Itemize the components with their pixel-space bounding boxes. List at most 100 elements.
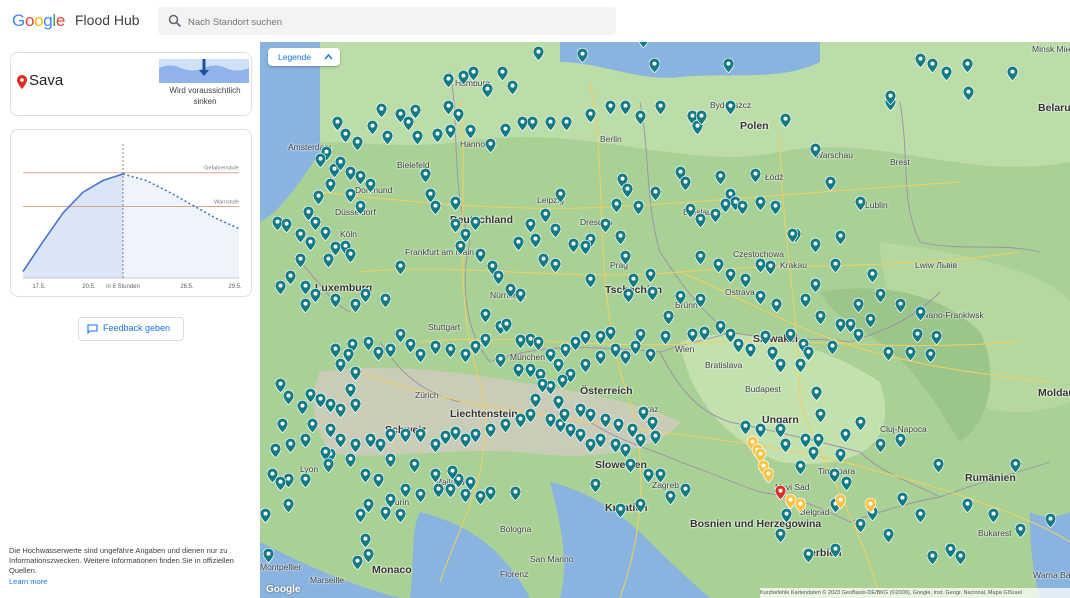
- normal-gauge-marker-icon[interactable]: [485, 138, 496, 153]
- normal-gauge-marker-icon[interactable]: [380, 293, 391, 308]
- normal-gauge-marker-icon[interactable]: [665, 490, 676, 505]
- normal-gauge-marker-icon[interactable]: [855, 196, 866, 211]
- normal-gauge-marker-icon[interactable]: [330, 293, 341, 308]
- normal-gauge-marker-icon[interactable]: [360, 533, 371, 548]
- danger-gauge-marker-icon[interactable]: [775, 485, 786, 500]
- normal-gauge-marker-icon[interactable]: [800, 293, 811, 308]
- normal-gauge-marker-icon[interactable]: [450, 196, 461, 211]
- normal-gauge-marker-icon[interactable]: [430, 340, 441, 355]
- normal-gauge-marker-icon[interactable]: [590, 478, 601, 493]
- normal-gauge-marker-icon[interactable]: [559, 408, 570, 423]
- normal-gauge-marker-icon[interactable]: [963, 86, 974, 101]
- normal-gauge-marker-icon[interactable]: [755, 196, 766, 211]
- normal-gauge-marker-icon[interactable]: [613, 418, 624, 433]
- normal-gauge-marker-icon[interactable]: [825, 176, 836, 191]
- normal-gauge-marker-icon[interactable]: [300, 473, 311, 488]
- normal-gauge-marker-icon[interactable]: [525, 218, 536, 233]
- normal-gauge-marker-icon[interactable]: [553, 358, 564, 373]
- normal-gauge-marker-icon[interactable]: [482, 83, 493, 98]
- normal-gauge-marker-icon[interactable]: [285, 438, 296, 453]
- normal-gauge-marker-icon[interactable]: [660, 330, 671, 345]
- normal-gauge-marker-icon[interactable]: [628, 273, 639, 288]
- normal-gauge-marker-icon[interactable]: [360, 288, 371, 303]
- normal-gauge-marker-icon[interactable]: [627, 423, 638, 438]
- legend-button[interactable]: Legende: [268, 48, 340, 66]
- normal-gauge-marker-icon[interactable]: [365, 178, 376, 193]
- normal-gauge-marker-icon[interactable]: [867, 268, 878, 283]
- normal-gauge-marker-icon[interactable]: [355, 508, 366, 523]
- normal-gauge-marker-icon[interactable]: [1007, 66, 1018, 81]
- normal-gauge-marker-icon[interactable]: [352, 136, 363, 151]
- normal-gauge-marker-icon[interactable]: [740, 420, 751, 435]
- normal-gauge-marker-icon[interactable]: [323, 458, 334, 473]
- normal-gauge-marker-icon[interactable]: [810, 278, 821, 293]
- normal-gauge-marker-icon[interactable]: [363, 336, 374, 351]
- warning-gauge-marker-icon[interactable]: [865, 498, 876, 513]
- normal-gauge-marker-icon[interactable]: [485, 423, 496, 438]
- normal-gauge-marker-icon[interactable]: [447, 465, 458, 480]
- normal-gauge-marker-icon[interactable]: [795, 460, 806, 475]
- normal-gauge-marker-icon[interactable]: [325, 398, 336, 413]
- normal-gauge-marker-icon[interactable]: [699, 326, 710, 341]
- normal-gauge-marker-icon[interactable]: [720, 198, 731, 213]
- normal-gauge-marker-icon[interactable]: [330, 343, 341, 358]
- normal-gauge-marker-icon[interactable]: [745, 343, 756, 358]
- warning-gauge-marker-icon[interactable]: [763, 468, 774, 483]
- normal-gauge-marker-icon[interactable]: [895, 433, 906, 448]
- normal-gauge-marker-icon[interactable]: [649, 58, 660, 73]
- normal-gauge-marker-icon[interactable]: [283, 498, 294, 513]
- normal-gauge-marker-icon[interactable]: [480, 308, 491, 323]
- normal-gauge-marker-icon[interactable]: [853, 298, 864, 313]
- normal-gauge-marker-icon[interactable]: [400, 428, 411, 443]
- normal-gauge-marker-icon[interactable]: [725, 268, 736, 283]
- normal-gauge-marker-icon[interactable]: [855, 518, 866, 533]
- normal-gauge-marker-icon[interactable]: [270, 443, 281, 458]
- normal-gauge-marker-icon[interactable]: [803, 548, 814, 563]
- normal-gauge-marker-icon[interactable]: [810, 143, 821, 158]
- normal-gauge-marker-icon[interactable]: [510, 486, 521, 501]
- normal-gauge-marker-icon[interactable]: [760, 330, 771, 345]
- normal-gauge-marker-icon[interactable]: [941, 66, 952, 81]
- normal-gauge-marker-icon[interactable]: [395, 260, 406, 275]
- normal-gauge-marker-icon[interactable]: [897, 492, 908, 507]
- normal-gauge-marker-icon[interactable]: [335, 433, 346, 448]
- normal-gauge-marker-icon[interactable]: [323, 253, 334, 268]
- normal-gauge-marker-icon[interactable]: [373, 346, 384, 361]
- normal-gauge-marker-icon[interactable]: [415, 428, 426, 443]
- normal-gauge-marker-icon[interactable]: [865, 313, 876, 328]
- normal-gauge-marker-icon[interactable]: [895, 298, 906, 313]
- normal-gauge-marker-icon[interactable]: [458, 70, 469, 85]
- normal-gauge-marker-icon[interactable]: [663, 310, 674, 325]
- normal-gauge-marker-icon[interactable]: [470, 340, 481, 355]
- normal-gauge-marker-icon[interactable]: [962, 498, 973, 513]
- normal-gauge-marker-icon[interactable]: [500, 123, 511, 138]
- normal-gauge-marker-icon[interactable]: [300, 433, 311, 448]
- normal-gauge-marker-icon[interactable]: [810, 238, 821, 253]
- normal-gauge-marker-icon[interactable]: [715, 170, 726, 185]
- normal-gauge-marker-icon[interactable]: [931, 330, 942, 345]
- normal-gauge-marker-icon[interactable]: [455, 240, 466, 255]
- normal-gauge-marker-icon[interactable]: [577, 48, 588, 63]
- normal-gauge-marker-icon[interactable]: [363, 548, 374, 563]
- normal-gauge-marker-icon[interactable]: [350, 438, 361, 453]
- normal-gauge-marker-icon[interactable]: [781, 508, 792, 523]
- normal-gauge-marker-icon[interactable]: [335, 358, 346, 373]
- normal-gauge-marker-icon[interactable]: [405, 338, 416, 353]
- normal-gauge-marker-icon[interactable]: [513, 363, 524, 378]
- normal-gauge-marker-icon[interactable]: [927, 58, 938, 73]
- normal-gauge-marker-icon[interactable]: [883, 346, 894, 361]
- normal-gauge-marker-icon[interactable]: [533, 46, 544, 61]
- normal-gauge-marker-icon[interactable]: [295, 253, 306, 268]
- normal-gauge-marker-icon[interactable]: [420, 168, 431, 183]
- normal-gauge-marker-icon[interactable]: [283, 390, 294, 405]
- normal-gauge-marker-icon[interactable]: [340, 128, 351, 143]
- normal-gauge-marker-icon[interactable]: [840, 428, 851, 443]
- normal-gauge-marker-icon[interactable]: [750, 168, 761, 183]
- normal-gauge-marker-icon[interactable]: [335, 403, 346, 418]
- normal-gauge-marker-icon[interactable]: [367, 120, 378, 135]
- normal-gauge-marker-icon[interactable]: [695, 250, 706, 265]
- normal-gauge-marker-icon[interactable]: [696, 110, 707, 125]
- normal-gauge-marker-icon[interactable]: [480, 333, 491, 348]
- normal-gauge-marker-icon[interactable]: [635, 110, 646, 125]
- normal-gauge-marker-icon[interactable]: [647, 416, 658, 431]
